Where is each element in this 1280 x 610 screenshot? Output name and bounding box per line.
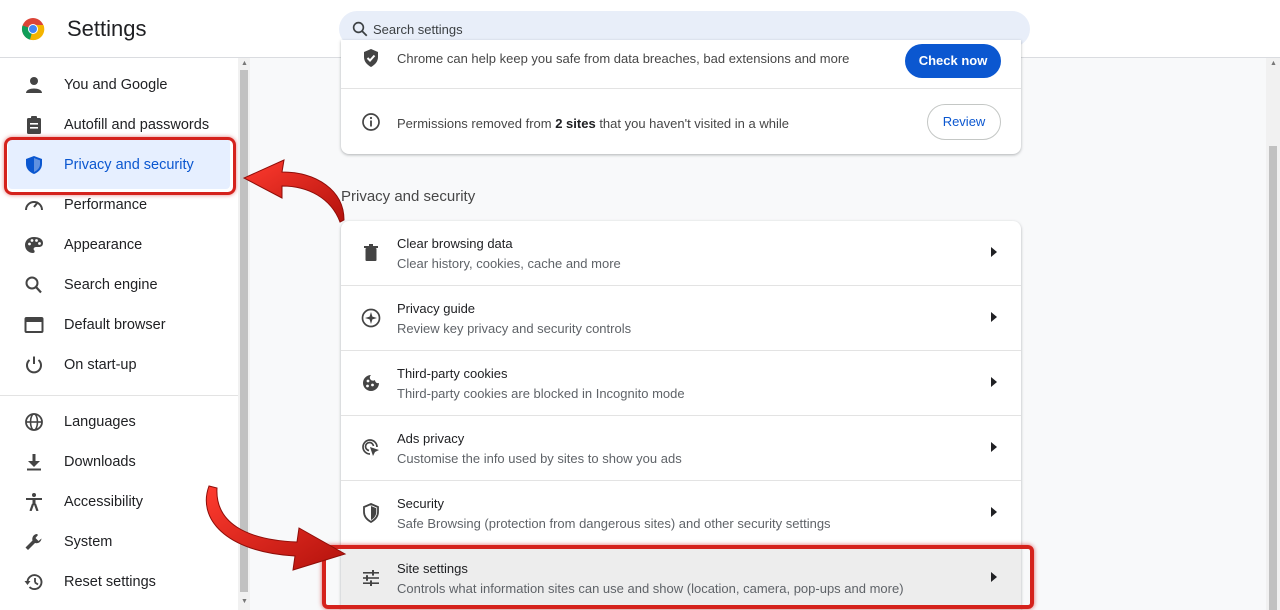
sidebar-scrollbar-thumb[interactable]: [240, 70, 248, 592]
ads-privacy-icon: [362, 439, 379, 456]
sidebar-item-on-start-up[interactable]: On start-up: [0, 345, 238, 385]
chevron-right-icon: [991, 507, 997, 517]
wrench-icon: [25, 534, 42, 550]
row-title: Third-party cookies: [397, 366, 508, 381]
row-title: Ads privacy: [397, 431, 465, 446]
info-icon: [362, 113, 380, 131]
check-now-button[interactable]: Check now: [905, 44, 1001, 78]
sidebar-item-appearance[interactable]: Appearance: [0, 225, 238, 265]
main-scrollbar-thumb[interactable]: [1269, 146, 1277, 610]
chevron-right-icon: [991, 377, 997, 387]
safety-check-description: Chrome can help keep you safe from data …: [397, 51, 850, 66]
permissions-removed-text: Permissions removed from 2 sites that yo…: [397, 116, 789, 131]
search-icon: [25, 276, 42, 294]
section-title-privacy-and-security: Privacy and security: [341, 188, 476, 205]
clipboard-icon: [27, 116, 41, 134]
power-icon: [26, 356, 42, 374]
row-clear-browsing-data[interactable]: Clear browsing data Clear history, cooki…: [341, 221, 1021, 286]
sidebar-item-label: Downloads: [64, 454, 136, 470]
chevron-right-icon: [991, 312, 997, 322]
row-subtitle: Clear history, cookies, cache and more: [397, 256, 621, 271]
page-title: Settings: [67, 16, 147, 41]
annotation-highlight-site-settings: [322, 545, 1034, 609]
accessibility-icon: [26, 493, 42, 511]
person-icon: [26, 77, 42, 93]
row-title: Privacy guide: [397, 301, 476, 316]
scroll-down-arrow-icon[interactable]: ▼: [241, 598, 248, 605]
sidebar-item-label: Appearance: [64, 237, 143, 253]
row-ads-privacy[interactable]: Ads privacy Customise the info used by s…: [341, 416, 1021, 481]
permissions-text-suffix: that you haven't visited in a while: [595, 116, 789, 131]
browser-window-icon: [24, 317, 44, 333]
download-icon: [27, 454, 41, 471]
sidebar-scrollbar[interactable]: ▲ ▼: [238, 58, 250, 610]
sidebar-item-accessibility[interactable]: Accessibility: [0, 482, 238, 522]
annotation-arrow-curved-icon: [242, 159, 345, 223]
row-subtitle: Third-party cookies are blocked in Incog…: [397, 386, 685, 401]
sidebar-item-reset-settings[interactable]: Reset settings: [0, 562, 238, 602]
safety-check-card: Chrome can help keep you safe from data …: [341, 40, 1021, 154]
row-subtitle: Customise the info used by sites to show…: [397, 451, 682, 466]
card-divider: [341, 88, 1021, 89]
sidebar-item-label: Performance: [64, 197, 148, 213]
permissions-site-count: 2 sites: [555, 116, 596, 131]
security-shield-icon: [363, 503, 379, 523]
search-icon: [352, 21, 368, 37]
sidebar-item-label: Reset settings: [64, 574, 156, 590]
sidebar-item-system[interactable]: System: [0, 522, 238, 562]
sidebar-item-default-browser[interactable]: Default browser: [0, 305, 238, 345]
review-button[interactable]: Review: [927, 104, 1001, 140]
sidebar-item-languages[interactable]: Languages: [0, 402, 238, 442]
row-privacy-guide[interactable]: Privacy guide Review key privacy and sec…: [341, 286, 1021, 351]
annotation-highlight-privacy-item: [4, 137, 236, 195]
chevron-right-icon: [991, 442, 997, 452]
scroll-up-arrow-icon[interactable]: ▲: [1270, 60, 1277, 67]
row-title: Security: [397, 496, 444, 511]
palette-icon: [25, 237, 43, 253]
sidebar-item-label: Autofill and passwords: [64, 117, 210, 133]
safety-shield-icon: [364, 49, 378, 67]
privacy-guide-icon: [361, 308, 381, 328]
sidebar-item-label: Accessibility: [64, 494, 143, 510]
row-third-party-cookies[interactable]: Third-party cookies Third-party cookies …: [341, 351, 1021, 416]
chrome-logo-icon: [21, 18, 45, 41]
scroll-up-arrow-icon[interactable]: ▲: [241, 60, 248, 67]
main-scrollbar[interactable]: ▲: [1266, 58, 1280, 610]
chevron-right-icon: [991, 247, 997, 257]
permissions-text-prefix: Permissions removed from: [397, 116, 556, 131]
sidebar-item-label: System: [64, 534, 113, 550]
trash-icon: [364, 244, 378, 261]
sidebar-item-label: Search engine: [64, 277, 158, 293]
sidebar-item-you-and-google[interactable]: You and Google: [0, 65, 238, 105]
row-subtitle: Review key privacy and security controls: [397, 321, 632, 336]
sidebar-item-downloads[interactable]: Downloads: [0, 442, 238, 482]
sidebar-item-label: Default browser: [64, 317, 166, 333]
sidebar-item-label: On start-up: [64, 357, 137, 373]
sidebar-divider: [0, 395, 238, 396]
sidebar-item-label: You and Google: [64, 77, 168, 93]
history-icon: [24, 574, 43, 590]
cookie-icon: [363, 375, 379, 391]
row-subtitle: Safe Browsing (protection from dangerous…: [397, 516, 831, 531]
row-title: Clear browsing data: [397, 236, 513, 251]
row-security[interactable]: Security Safe Browsing (protection from …: [341, 481, 1021, 546]
sidebar-item-label: Languages: [64, 414, 136, 430]
globe-icon: [25, 413, 43, 431]
speedometer-icon: [25, 201, 43, 211]
sidebar-item-search-engine[interactable]: Search engine: [0, 265, 238, 305]
